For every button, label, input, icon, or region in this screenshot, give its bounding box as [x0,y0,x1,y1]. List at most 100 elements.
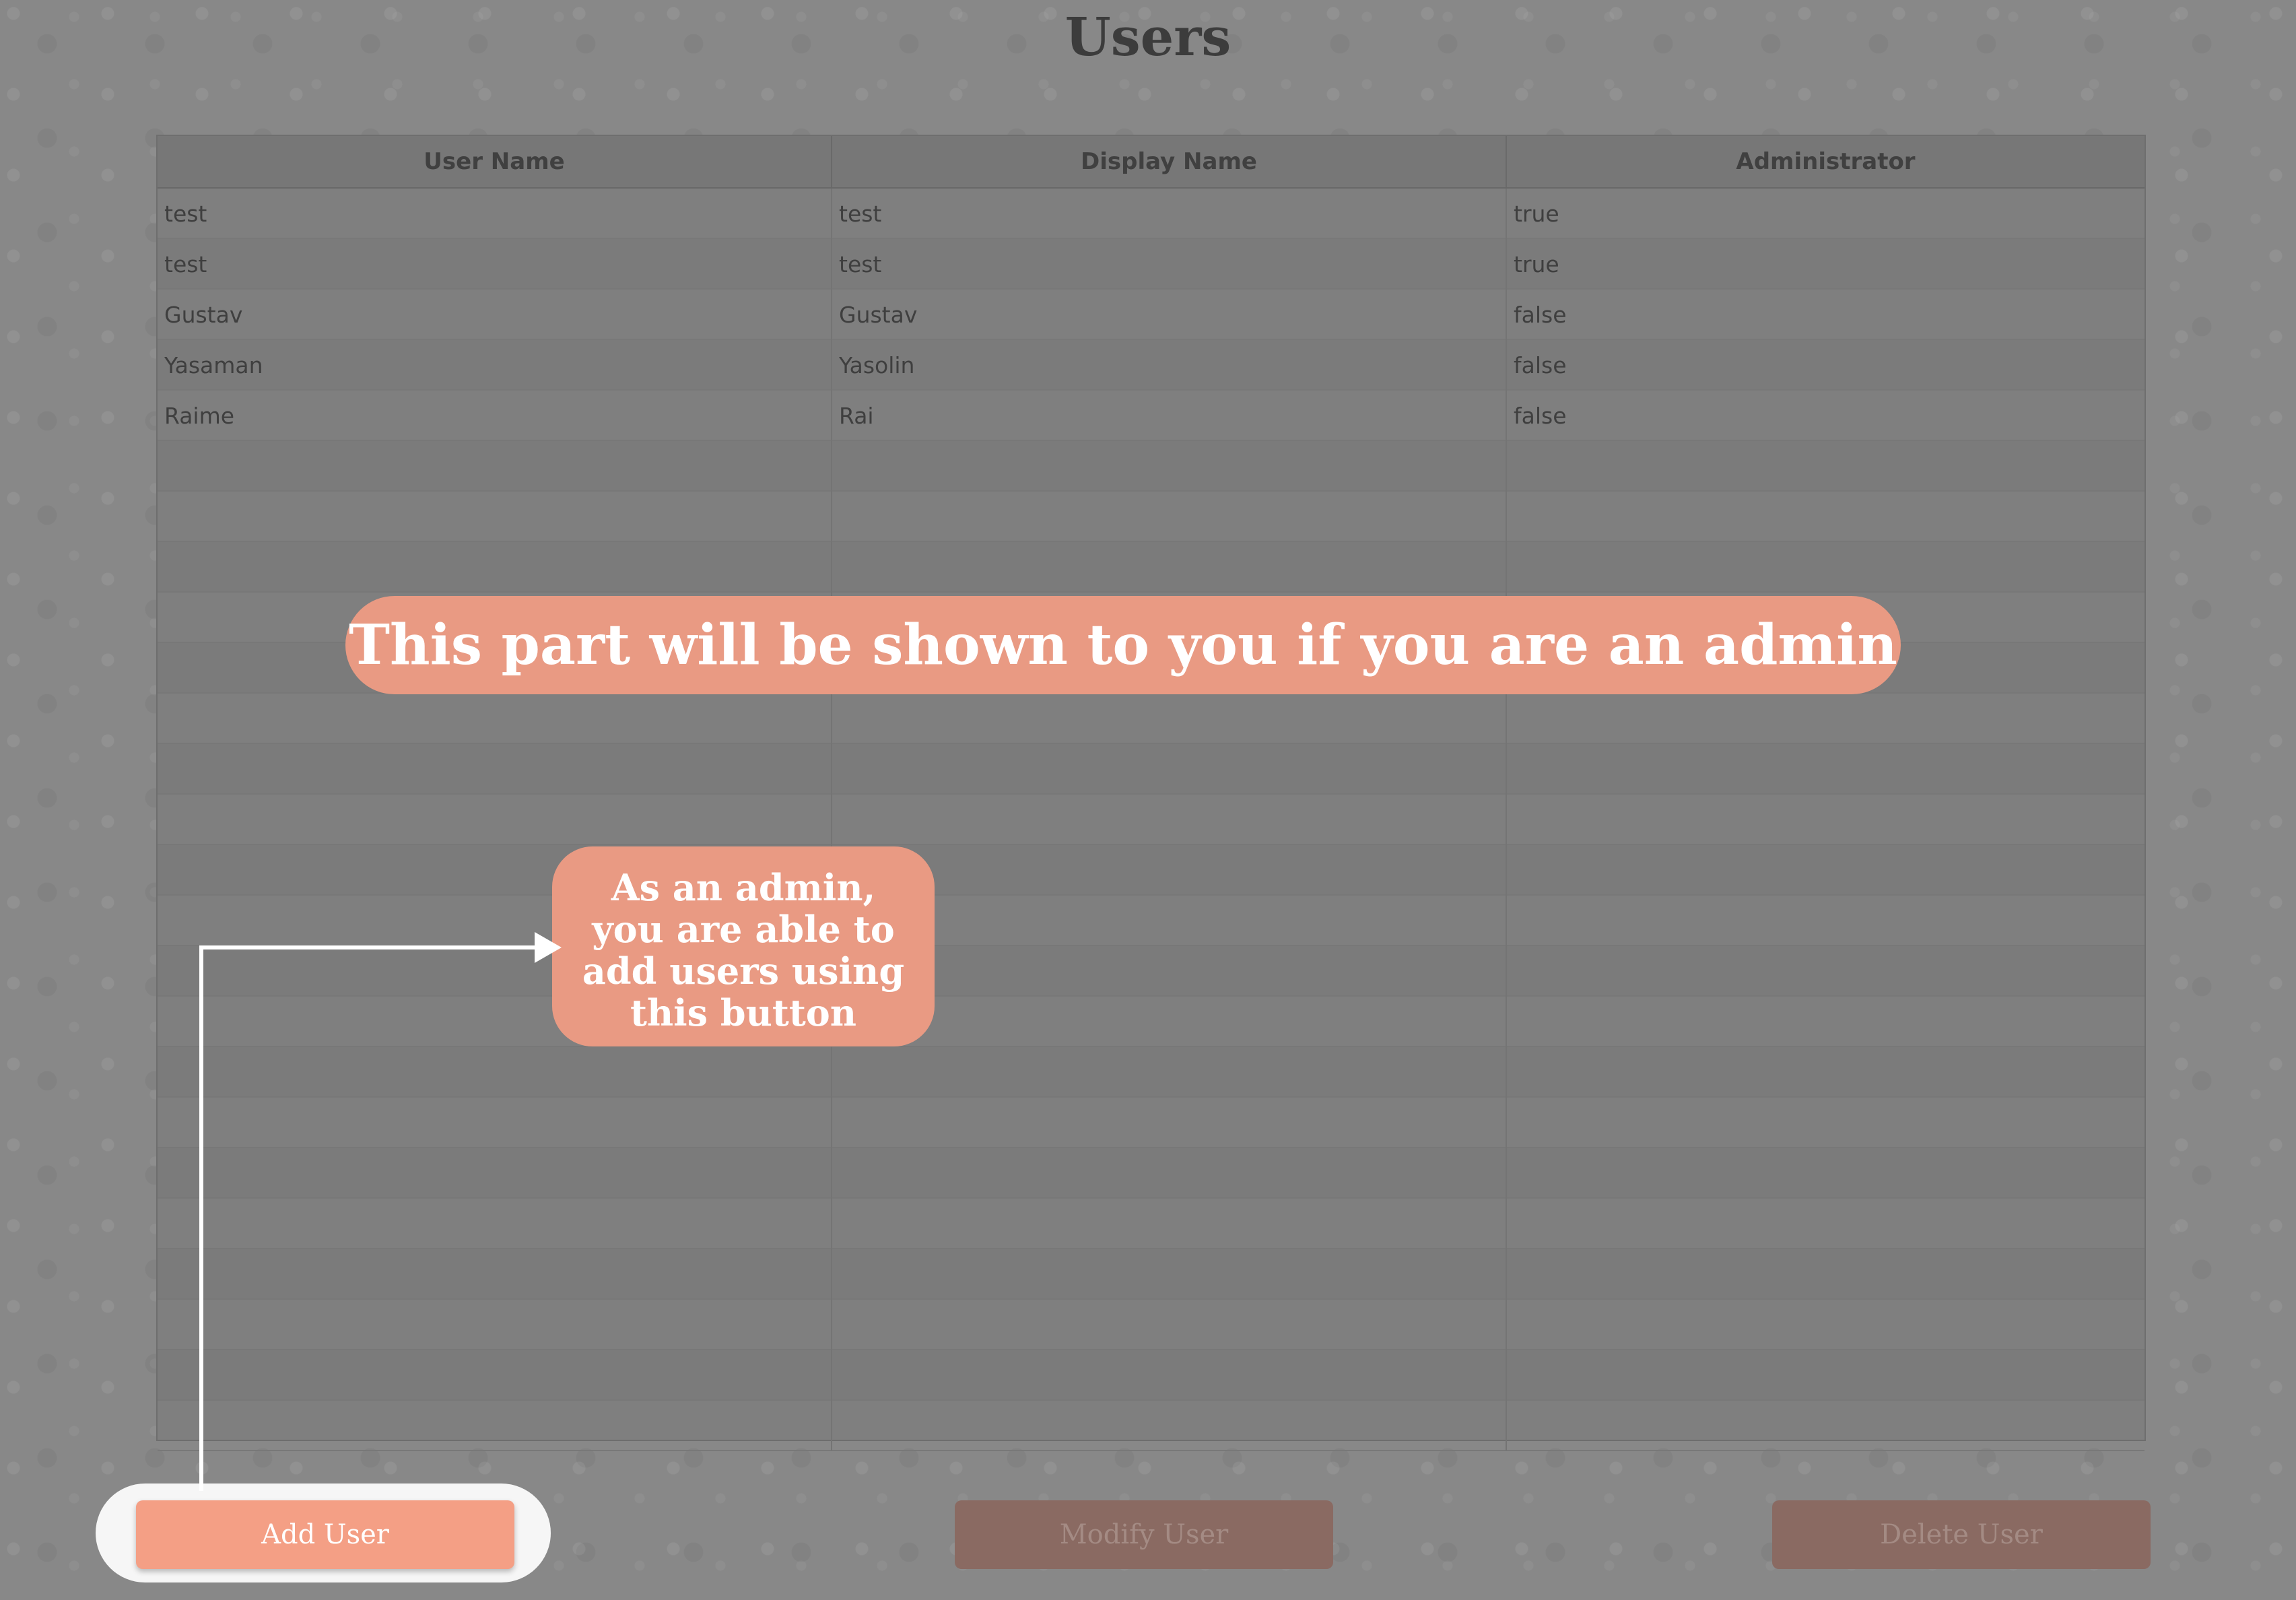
empty-table-row [158,694,2145,744]
empty-cell [158,1401,832,1451]
empty-cell [832,542,1507,593]
empty-cell [158,441,832,492]
empty-table-row [158,946,2145,997]
callout-line: you are able to [592,908,895,951]
cell-user-name: Gustav [158,290,832,340]
column-header-display-name[interactable]: Display Name [832,136,1507,187]
empty-cell [1507,441,2145,492]
empty-table-row [158,896,2145,946]
empty-cell [158,1249,832,1300]
table-header: User Name Display Name Administrator [158,136,2145,189]
cell-administrator: false [1514,352,1567,378]
cell-display-name: test [832,189,1507,239]
empty-cell [832,694,1507,744]
empty-table-row [158,441,2145,492]
empty-cell [1507,744,2145,795]
empty-cell [1507,1249,2145,1300]
empty-cell [158,744,832,795]
empty-cell [158,1300,832,1350]
empty-cell [1507,1300,2145,1350]
callout-line: add users using [582,949,905,993]
table-row[interactable]: Yasaman Yasolin false [158,340,2145,391]
empty-cell [1507,795,2145,845]
empty-cell [1507,542,2145,593]
table-row[interactable]: test test true [158,189,2145,239]
empty-cell [158,492,832,542]
cell-administrator: true [1514,251,1559,277]
empty-table-row [158,1098,2145,1148]
empty-cell [1507,1047,2145,1098]
empty-cell [158,542,832,593]
empty-table-row [158,542,2145,593]
empty-table-row [158,845,2145,896]
page-title: Users [1065,7,1231,68]
empty-cell [832,1300,1507,1350]
empty-cell [832,1401,1507,1451]
callout-line: this button [630,991,857,1034]
cell-user-name: test [158,239,832,290]
cell-administrator: true [1514,201,1559,227]
empty-cell [1507,1401,2145,1451]
empty-table-row [158,1300,2145,1350]
empty-cell [158,694,832,744]
empty-cell [832,1350,1507,1401]
empty-cell [1507,896,2145,946]
empty-table-row [158,1047,2145,1098]
empty-cell [1507,1148,2145,1199]
empty-table-row [158,1199,2145,1249]
empty-cell [832,441,1507,492]
cell-display-name: Rai [832,391,1507,441]
empty-cell [1507,1350,2145,1401]
empty-cell [1507,845,2145,896]
empty-table-row [158,744,2145,795]
add-user-callout: As an admin, you are able to add users u… [552,846,935,1046]
empty-cell [158,1350,832,1401]
empty-cell [1507,492,2145,542]
modify-user-button[interactable]: Modify User [955,1500,1333,1569]
empty-cell [1507,1098,2145,1148]
cell-administrator: false [1514,302,1567,328]
cell-display-name: test [832,239,1507,290]
empty-cell [832,795,1507,845]
empty-cell [832,1199,1507,1249]
empty-cell [158,1199,832,1249]
empty-table-row [158,997,2145,1047]
add-user-button[interactable]: Add User [136,1500,514,1569]
empty-cell [832,1047,1507,1098]
delete-user-button[interactable]: Delete User [1772,1500,2151,1569]
empty-table-row [158,1401,2145,1451]
empty-table-row [158,1350,2145,1401]
empty-cell [832,1148,1507,1199]
callout-arrow-line-vertical [199,945,203,1491]
column-header-user-name[interactable]: User Name [158,136,832,187]
cell-user-name: test [158,189,832,239]
empty-cell [832,744,1507,795]
cell-display-name: Yasolin [832,340,1507,391]
empty-table-row [158,1148,2145,1199]
empty-cell [158,795,832,845]
table-row[interactable]: Raime Rai false [158,391,2145,441]
table-row[interactable]: Gustav Gustav false [158,290,2145,340]
admin-info-banner: This part will be shown to you if you ar… [345,596,1901,694]
table-row[interactable]: test test true [158,239,2145,290]
empty-cell [158,1047,832,1098]
empty-cell [1507,997,2145,1047]
callout-line: As an admin, [611,866,876,909]
empty-cell [158,1148,832,1199]
empty-cell [832,1249,1507,1300]
cell-display-name: Gustav [832,290,1507,340]
cell-user-name: Raime [158,391,832,441]
users-table[interactable]: User Name Display Name Administrator tes… [156,135,2146,1451]
callout-arrow-line-horizontal [199,945,536,949]
empty-cell [832,492,1507,542]
empty-cell [158,1098,832,1148]
empty-table-row [158,795,2145,845]
column-header-administrator[interactable]: Administrator [1507,136,2145,187]
cell-user-name: Yasaman [158,340,832,391]
arrow-head-icon [535,932,562,963]
empty-cell [832,1098,1507,1148]
empty-cell [1507,946,2145,997]
table-body: test test true test test true Gustav Gus… [158,189,2145,1451]
cell-administrator: false [1514,403,1567,429]
empty-cell [1507,694,2145,744]
